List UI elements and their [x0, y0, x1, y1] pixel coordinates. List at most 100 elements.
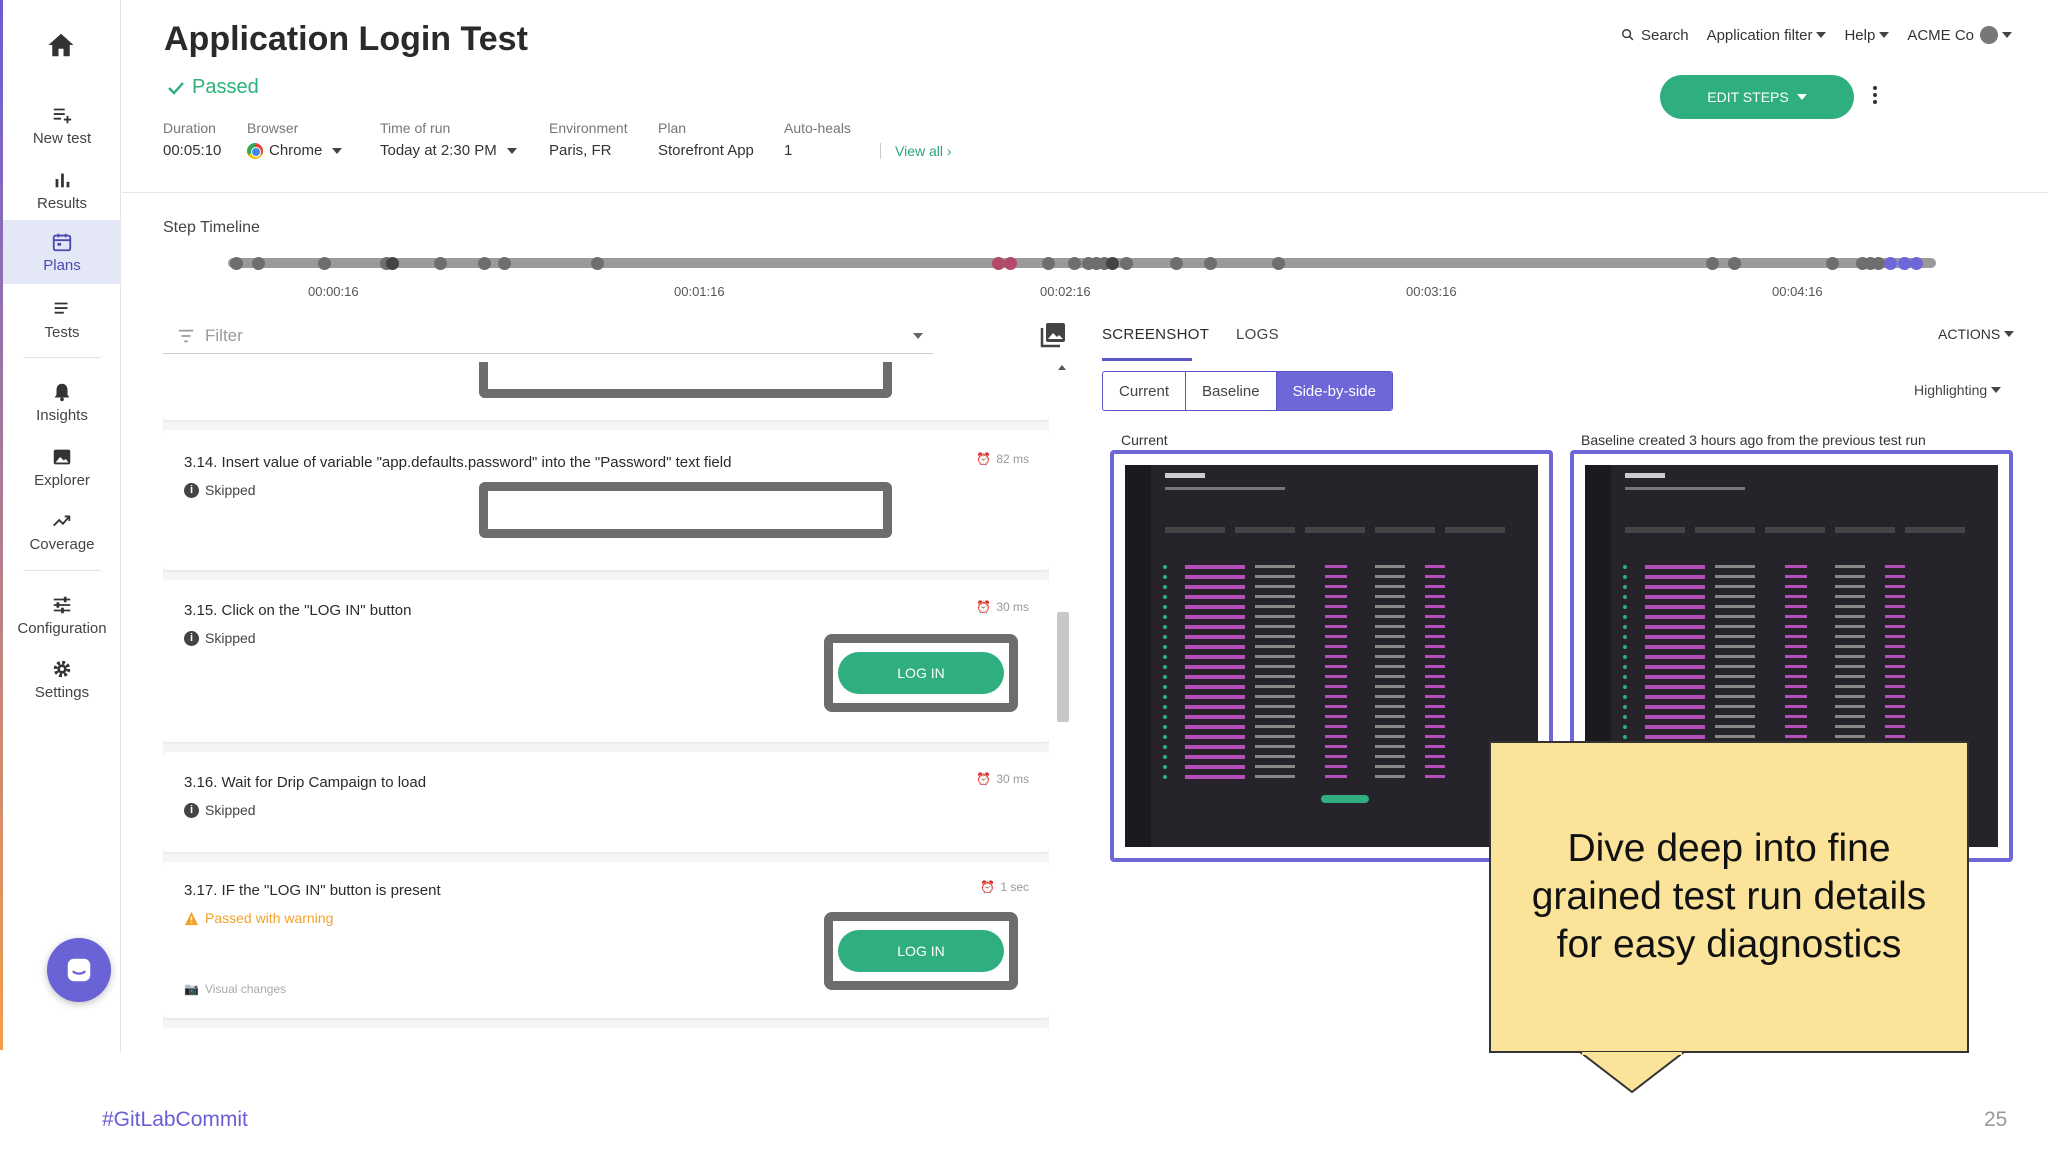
- chevron-down-icon: [506, 147, 517, 154]
- alarm-clock-icon: ⏰: [976, 600, 992, 614]
- meta-value: 1: [784, 142, 793, 159]
- timeline-step-marker[interactable]: [386, 257, 399, 270]
- gear-icon: [53, 660, 71, 677]
- view-baseline-button[interactable]: Baseline: [1186, 372, 1277, 410]
- scrollbar-thumb[interactable]: [1057, 612, 1069, 722]
- step-thumbnail: LOG IN: [824, 634, 1018, 712]
- timeline-step-marker[interactable]: [434, 257, 447, 270]
- sidebar-item-tests[interactable]: Tests: [3, 288, 121, 350]
- sidebar-item-explorer[interactable]: Explorer: [3, 436, 121, 498]
- chat-icon: [67, 958, 91, 982]
- sidebar-item-plans[interactable]: Plans: [3, 220, 121, 284]
- meta-label: Duration: [163, 120, 216, 136]
- more-options-icon[interactable]: [1872, 86, 1878, 106]
- page-title: Application Login Test: [164, 20, 528, 58]
- tab-screenshot[interactable]: SCREENSHOT: [1102, 326, 1209, 343]
- sidebar-divider: [23, 570, 101, 571]
- timeline-step-marker[interactable]: [230, 257, 243, 270]
- list-item[interactable]: 3.15. Click on the "LOG IN" button ⏰ 30 m…: [163, 580, 1049, 742]
- timeline-step-marker[interactable]: [1728, 257, 1741, 270]
- browser-select[interactable]: Chrome: [269, 142, 322, 159]
- timeline-step-marker[interactable]: [1826, 257, 1839, 270]
- sidebar-item-new-test[interactable]: New test: [3, 94, 121, 156]
- visual-changes-label: Visual changes: [204, 982, 287, 996]
- view-current-button[interactable]: Current: [1103, 372, 1187, 410]
- sidebar-item-label: Settings: [34, 683, 90, 701]
- tab-logs[interactable]: LOGS: [1236, 326, 1279, 343]
- actions-label: ACTIONS: [1938, 326, 2001, 342]
- warning-icon: [184, 911, 199, 925]
- timeline-tick: 00:01:16: [674, 284, 725, 299]
- list-item[interactable]: [163, 362, 1049, 420]
- sidebar-item-results[interactable]: Results: [3, 159, 121, 221]
- visual-changes-note[interactable]: 📷 Visual changes: [184, 982, 286, 996]
- sidebar-item-label: Plans: [43, 256, 81, 274]
- account-dropdown[interactable]: ACME Co: [1907, 26, 2012, 44]
- timeline-tick: 00:00:16: [308, 284, 359, 299]
- timeline-step-marker[interactable]: [252, 257, 265, 270]
- sidebar-item-configuration[interactable]: Configuration: [3, 584, 121, 646]
- help-dropdown[interactable]: Help: [1844, 27, 1890, 44]
- trend-icon: [53, 515, 71, 526]
- timeline-step-marker[interactable]: [1004, 257, 1017, 270]
- info-icon: i: [184, 802, 199, 818]
- chat-launcher-button[interactable]: [47, 938, 111, 1002]
- sidebar-item-settings[interactable]: Settings: [3, 648, 121, 710]
- highlighting-dropdown[interactable]: Highlighting: [1914, 382, 2002, 398]
- view-side-by-side-button[interactable]: Side-by-side: [1276, 372, 1392, 410]
- chevron-down-icon: [1816, 32, 1827, 38]
- timeline-step-marker[interactable]: [1106, 257, 1119, 270]
- timeline-step-marker[interactable]: [1042, 257, 1055, 270]
- list-item[interactable]: 3.17. IF the "LOG IN" button is present …: [163, 862, 1049, 1018]
- meta-label: Time of run: [380, 120, 451, 136]
- timeline-step-marker[interactable]: [498, 257, 511, 270]
- org-label: ACME Co: [1907, 26, 1974, 44]
- sidebar-item-insights[interactable]: Insights: [3, 371, 121, 433]
- status-text: Skipped: [205, 802, 256, 818]
- time-of-run-select[interactable]: Today at 2:30 PM: [380, 142, 497, 159]
- search-button[interactable]: Search: [1621, 27, 1689, 44]
- chevron-down-icon: [913, 332, 923, 339]
- meta-browser[interactable]: Browser Chrome: [247, 120, 343, 159]
- current-screenshot[interactable]: [1110, 450, 1553, 862]
- login-button-preview: LOG IN: [838, 652, 1004, 694]
- step-title: 3.15. Click on the "LOG IN" button: [184, 602, 412, 619]
- view-mode-toggle[interactable]: Current Baseline Side-by-side: [1102, 371, 1393, 411]
- app-root: New test Results Plans Tests Insights Ex…: [0, 0, 2048, 1152]
- timeline-step-marker[interactable]: [1120, 257, 1133, 270]
- actions-dropdown[interactable]: ACTIONS: [1938, 326, 2015, 342]
- edit-steps-button[interactable]: EDIT STEPS: [1660, 75, 1854, 119]
- timeline-step-marker[interactable]: [1706, 257, 1719, 270]
- sidebar: New test Results Plans Tests Insights Ex…: [3, 0, 121, 1052]
- timeline-step-marker[interactable]: [318, 257, 331, 270]
- home-icon[interactable]: [46, 30, 76, 60]
- scroll-up-arrow[interactable]: [1058, 365, 1066, 370]
- filter-input[interactable]: Filter: [163, 318, 933, 354]
- list-item[interactable]: 3.16. Wait for Drip Campaign to load ⏰ 30…: [163, 752, 1049, 852]
- timeline-tick: 00:04:16: [1772, 284, 1823, 299]
- list-item[interactable]: 3.14. Insert value of variable "app.defa…: [163, 430, 1049, 570]
- meta-auto-heals: Auto-heals 1: [784, 120, 851, 159]
- gallery-icon[interactable]: [1038, 320, 1068, 350]
- timeline-step-marker[interactable]: [1272, 257, 1285, 270]
- timeline-step-marker[interactable]: [1170, 257, 1183, 270]
- meta-plan: Plan Storefront App: [658, 120, 754, 159]
- timeline-step-marker[interactable]: [1204, 257, 1217, 270]
- steps-list[interactable]: 3.14. Insert value of variable "app.defa…: [163, 362, 1049, 1052]
- chrome-icon: [247, 142, 263, 159]
- app-filter-label: Application filter: [1706, 26, 1813, 44]
- timeline-step-marker[interactable]: [478, 257, 491, 270]
- callout-pointer: [1580, 1052, 1684, 1094]
- timeline-step-marker[interactable]: [1884, 257, 1897, 270]
- top-nav: Search Application filter Help ACME Co: [1621, 26, 2012, 44]
- list-item[interactable]: [163, 1028, 1049, 1052]
- duration-value: 82 ms: [996, 452, 1029, 466]
- view-all-link[interactable]: View all ›: [880, 143, 952, 159]
- timeline-step-marker[interactable]: [1068, 257, 1081, 270]
- application-filter-dropdown[interactable]: Application filter: [1707, 27, 1827, 44]
- timeline-step-marker[interactable]: [591, 257, 604, 270]
- meta-time-of-run[interactable]: Time of run Today at 2:30 PM: [380, 120, 517, 159]
- sidebar-item-coverage[interactable]: Coverage: [3, 500, 121, 562]
- status-text: Passed with warning: [205, 910, 334, 926]
- timeline-step-marker[interactable]: [1910, 257, 1923, 270]
